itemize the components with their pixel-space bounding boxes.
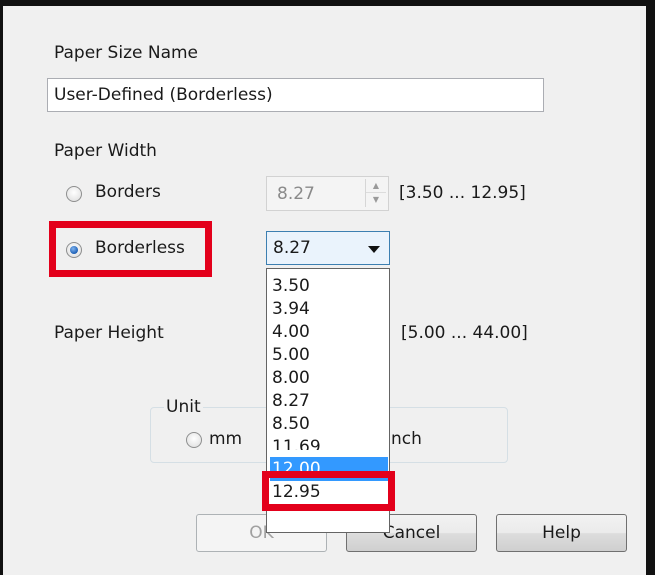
height-range-text: [5.00 ... 44.00] xyxy=(401,323,528,343)
dropdown-option[interactable]: 3.94 xyxy=(272,297,384,321)
dropdown-option[interactable]: 8.50 xyxy=(272,412,384,436)
selected-option-highlight-box xyxy=(262,471,395,511)
dropdown-option[interactable]: 8.00 xyxy=(272,366,384,390)
width-combo-box[interactable]: 8.27 xyxy=(266,231,390,265)
dropdown-option[interactable]: 5.00 xyxy=(272,343,384,367)
paper-width-label: Paper Width xyxy=(54,141,157,161)
borderless-label: Borderless xyxy=(95,238,185,258)
borders-label: Borders xyxy=(95,182,161,202)
dropdown-option[interactable]: 3.50 xyxy=(272,274,384,298)
borders-radio[interactable] xyxy=(66,186,82,202)
width-range-text: [3.50 ... 12.95] xyxy=(399,183,526,203)
dialog-window: Paper Size Name User-Defined (Borderless… xyxy=(0,0,655,575)
spin-down-icon: ▼ xyxy=(372,195,380,204)
width-spin-input: 8.27 ▲ ▼ xyxy=(266,176,389,211)
width-spin-value: 8.27 xyxy=(277,184,315,204)
borderless-radio[interactable] xyxy=(66,242,82,258)
help-button[interactable]: Help xyxy=(496,514,627,552)
dropdown-option[interactable]: 8.27 xyxy=(272,389,384,413)
width-spin-buttons: ▲ ▼ xyxy=(365,179,386,207)
unit-mm-radio[interactable] xyxy=(186,432,202,448)
paper-size-name-input[interactable]: User-Defined (Borderless) xyxy=(47,78,544,112)
unit-mm-label: mm xyxy=(209,429,243,449)
unit-inch-label: nch xyxy=(391,429,422,449)
chevron-down-icon xyxy=(368,246,380,253)
width-combo-value: 8.27 xyxy=(273,238,311,258)
spin-up-icon: ▲ xyxy=(366,179,386,193)
paper-size-name-label: Paper Size Name xyxy=(54,43,199,63)
dropdown-option[interactable]: 4.00 xyxy=(272,320,384,344)
dropdown-option[interactable]: 11.69 xyxy=(272,435,384,450)
paper-height-label: Paper Height xyxy=(54,323,164,343)
unit-group-label: Unit xyxy=(164,397,203,417)
